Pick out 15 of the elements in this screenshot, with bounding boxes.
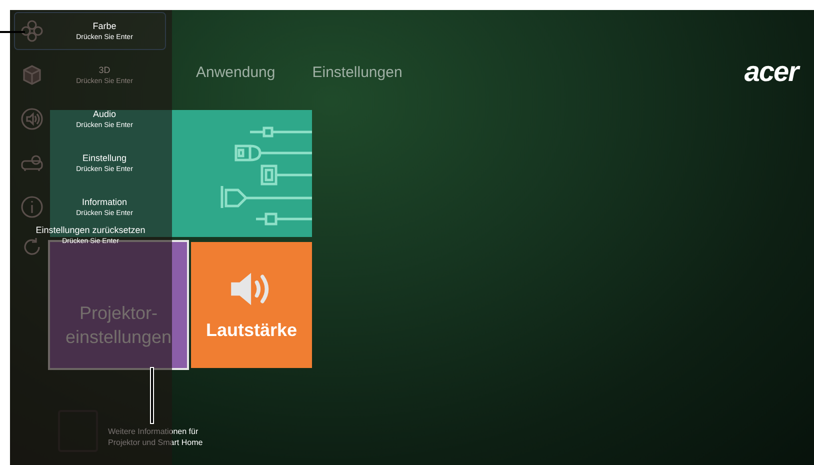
menu-item-title: 3D bbox=[98, 65, 110, 75]
menu-item-title: Audio bbox=[92, 109, 116, 119]
nav-tab[interactable]: Anwendung bbox=[196, 64, 276, 80]
info-icon bbox=[20, 195, 44, 219]
speaker-icon bbox=[20, 107, 44, 131]
menu-item-title: Information bbox=[82, 197, 128, 207]
info-tile-text[interactable]: Weitere Informationen für Projektor und Smart Home bbox=[108, 426, 203, 448]
cube-icon bbox=[20, 63, 44, 87]
menu-item-title: Einstellungen zurücksetzen bbox=[36, 225, 146, 235]
nav-tab[interactable]: Einstellungen bbox=[312, 64, 402, 80]
menu-item-title: Einstellung bbox=[82, 153, 127, 163]
logo: acer bbox=[744, 58, 798, 86]
volume-tile[interactable]: Lautstärke bbox=[191, 242, 312, 368]
menu-item-title: Farbe bbox=[92, 21, 116, 31]
flower-icon bbox=[20, 19, 44, 43]
